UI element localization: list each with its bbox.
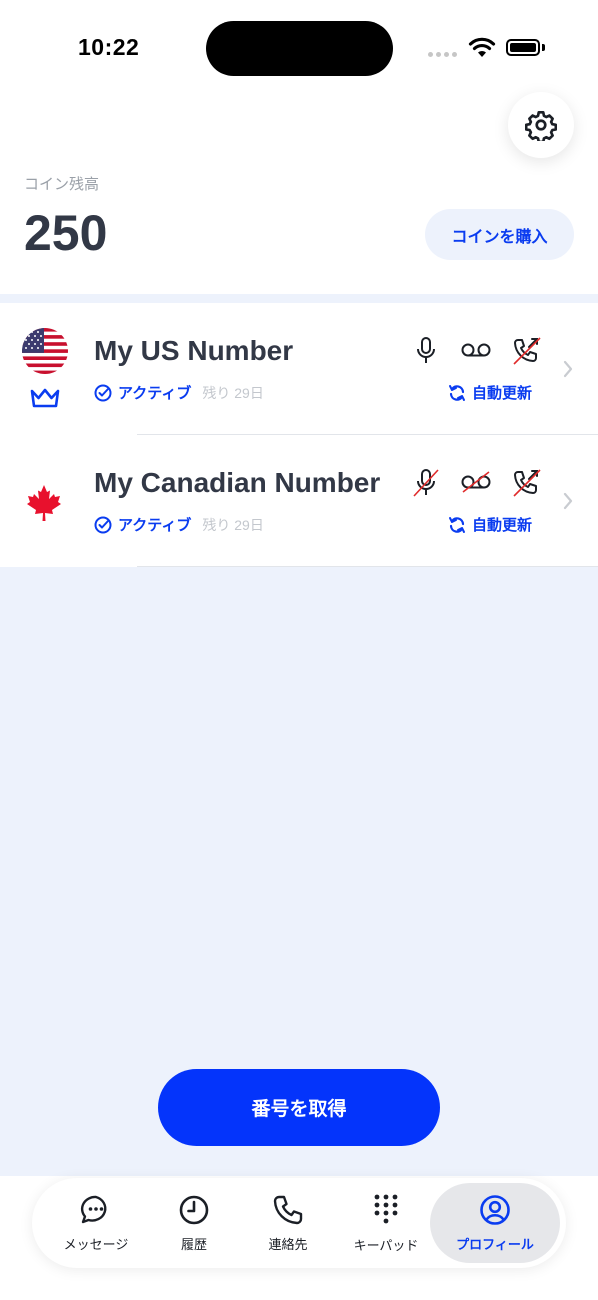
chat-bubble-icon: [80, 1195, 107, 1223]
tab-keypad[interactable]: キーパッド: [336, 1178, 436, 1268]
get-number-button[interactable]: 番号を取得: [158, 1069, 440, 1146]
tab-label: メッセージ: [63, 1236, 129, 1252]
auto-renew: 自動更新: [448, 514, 532, 535]
check-circle-icon: [94, 516, 112, 533]
row-divider: [137, 566, 598, 567]
coin-balance-label: コイン残高: [24, 176, 100, 193]
auto-renew-label: 自動更新: [472, 385, 533, 402]
battery-tip: [542, 44, 545, 51]
status-time: 10:22: [78, 34, 140, 60]
tab-contacts[interactable]: 連絡先: [238, 1178, 338, 1268]
days-remaining: 残り 29日: [202, 384, 264, 401]
call-forwarding-off-icon: [513, 337, 541, 365]
number-row-us[interactable]: My US Number アクティブ 残り 29日 自動更新: [0, 303, 598, 435]
battery-icon: [506, 39, 540, 56]
number-list: My US Number アクティブ 残り 29日 自動更新 My Canadi…: [0, 303, 598, 567]
profile-icon: [480, 1194, 510, 1225]
voicemail-off-icon: [461, 471, 491, 493]
status-active-label: アクティブ: [118, 517, 192, 534]
refresh-icon: [449, 384, 465, 401]
number-row-canada[interactable]: My Canadian Number アクティブ 残り 29日 自動更新: [0, 435, 598, 567]
status-active-label: アクティブ: [118, 385, 192, 402]
voicemail-icon: [461, 343, 491, 357]
tab-messages[interactable]: メッセージ: [46, 1178, 146, 1268]
days-remaining: 残り 29日: [202, 516, 264, 533]
keypad-icon: [374, 1194, 398, 1223]
refresh-icon: [449, 516, 465, 533]
auto-renew: 自動更新: [448, 382, 532, 403]
phone-icon: [273, 1195, 303, 1224]
tab-label: プロフィール: [456, 1236, 534, 1252]
buy-coins-button[interactable]: コインを購入: [425, 209, 574, 260]
coin-balance-value: 250: [24, 205, 108, 261]
dynamic-island: [206, 21, 393, 76]
tab-label: 連絡先: [268, 1236, 308, 1252]
chevron-right-icon: [563, 492, 573, 510]
gear-icon: [525, 111, 557, 141]
tab-label: 履歴: [180, 1236, 207, 1252]
auto-renew-label: 自動更新: [472, 517, 533, 534]
us-flag-icon: [22, 328, 68, 374]
maple-leaf-icon: [27, 485, 61, 521]
tab-bar: メッセージ 履歴 連絡先 キーパッド プロフィール: [32, 1178, 566, 1268]
microphone-off-icon: [413, 469, 439, 497]
settings-button[interactable]: [508, 92, 574, 158]
cellular-signal-icon: [428, 52, 457, 57]
wifi-icon: [468, 37, 496, 57]
crown-icon: [30, 388, 60, 408]
header-area: 10:22 コイン残高 250 コインを購入: [0, 0, 598, 294]
tab-profile[interactable]: プロフィール: [430, 1183, 560, 1263]
number-name: My US Number: [94, 335, 294, 366]
call-forwarding-off-icon: [513, 469, 541, 497]
clock-icon: [179, 1195, 209, 1224]
number-status: アクティブ 残り 29日: [94, 382, 264, 403]
number-name: My Canadian Number: [94, 467, 381, 498]
chevron-right-icon: [563, 360, 573, 378]
tab-history[interactable]: 履歴: [144, 1178, 244, 1268]
microphone-icon: [417, 337, 435, 363]
number-status: アクティブ 残り 29日: [94, 514, 264, 535]
tab-label: キーパッド: [353, 1237, 419, 1253]
check-circle-icon: [94, 384, 112, 401]
